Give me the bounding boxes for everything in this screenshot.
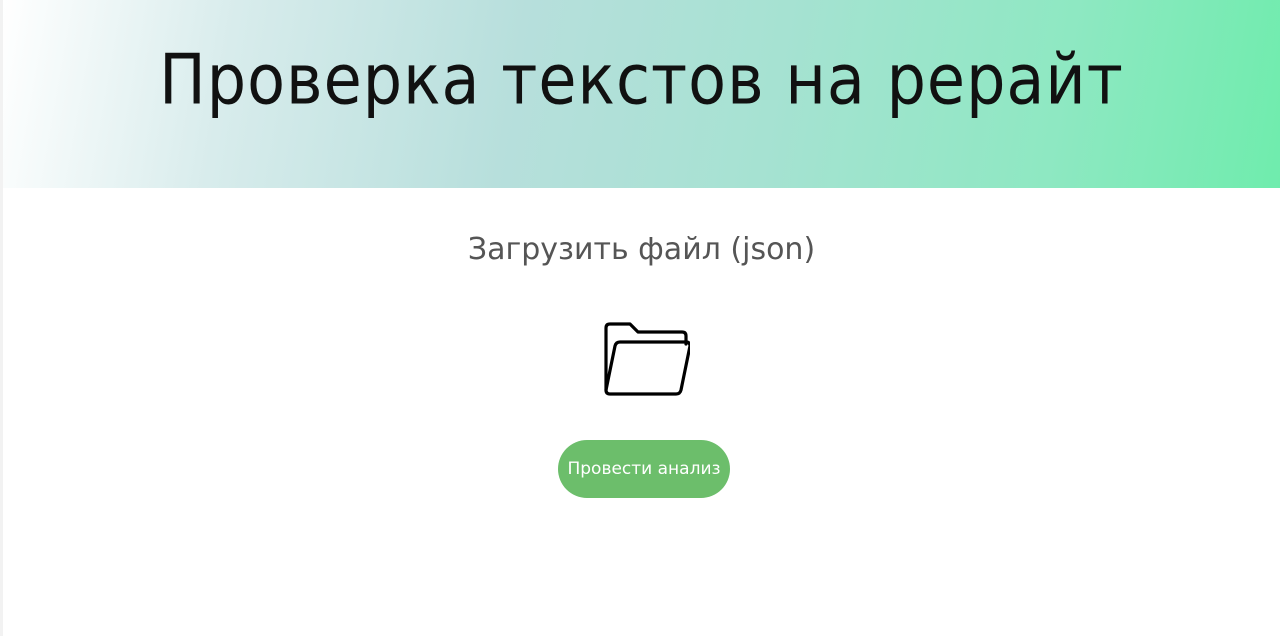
- folder-open-icon: [604, 322, 690, 396]
- upload-section: Загрузить файл (json) Провести анализ: [3, 188, 1280, 636]
- file-upload-button[interactable]: [598, 320, 690, 400]
- hero-header: Проверка текстов на рерайт: [3, 0, 1280, 188]
- upload-file-label: Загрузить файл (json): [467, 232, 816, 267]
- page-title: Проверка текстов на рерайт: [159, 38, 1124, 120]
- page: Проверка текстов на рерайт Загрузить фай…: [0, 0, 1280, 636]
- analyze-button[interactable]: Провести анализ: [558, 440, 730, 498]
